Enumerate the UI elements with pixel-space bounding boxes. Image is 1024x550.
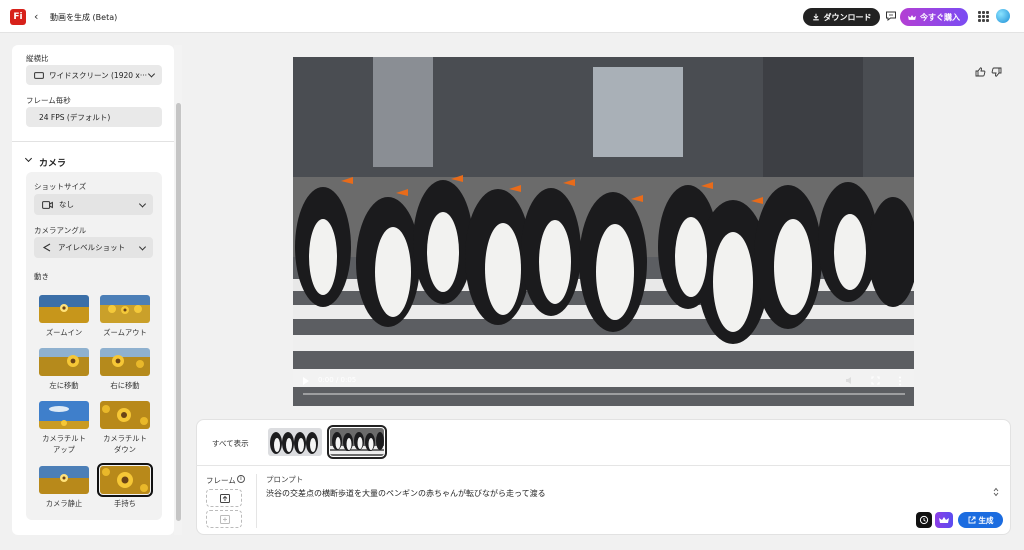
user-avatar[interactable] [996, 9, 1010, 23]
camera-angle-label: カメラアングル [34, 226, 87, 235]
panel-divider [12, 141, 174, 142]
motion-handheld-thumb[interactable] [97, 463, 153, 497]
volume-icon[interactable] [845, 376, 855, 385]
prompt-label: プロンプト [266, 475, 304, 484]
end-frame-upload[interactable] [206, 510, 242, 528]
generate-label: 生成 [978, 515, 994, 525]
more-options-icon[interactable] [898, 376, 902, 386]
buy-now-label: 今すぐ購入 [920, 12, 960, 22]
chevron-down-icon [138, 242, 147, 251]
generated-video[interactable] [293, 57, 914, 406]
start-frame-upload[interactable] [206, 489, 242, 507]
video-controls: 0:00 / 0:05 [293, 370, 914, 406]
motion-static-label: カメラ静止 [45, 499, 83, 508]
download-button[interactable]: ダウンロード [803, 8, 880, 26]
camera-angle-value: アイレベルショット [58, 243, 126, 252]
shot-size-label: ショットサイズ [34, 182, 87, 191]
thumbs-down-icon[interactable] [991, 67, 1002, 77]
fps-label: フレーム毎秒 [26, 96, 71, 105]
fps-value: 24 FPS (デフォルト) [39, 112, 111, 122]
back-arrow-icon[interactable]: ‹ [34, 10, 38, 23]
motion-pan-right-thumb[interactable] [100, 348, 150, 376]
download-label: ダウンロード [823, 12, 872, 22]
chevron-down-icon [138, 199, 147, 208]
frame-prompt-divider [256, 474, 257, 528]
firefly-logo[interactable]: Fi [10, 9, 26, 25]
thumbs-up-icon[interactable] [975, 67, 986, 77]
motion-zoom-in-label: ズームイン [45, 328, 83, 337]
motion-tilt-up-label: カメラチルト アップ [42, 434, 86, 454]
image-add-icon [220, 515, 230, 524]
camera-angle-select[interactable]: アイレベルショット [34, 237, 153, 258]
video-camera-icon [42, 200, 53, 209]
motion-pan-left-thumb[interactable] [39, 348, 89, 376]
chevron-down-icon [147, 70, 156, 78]
crown-icon [939, 517, 949, 523]
shot-size-value: なし [59, 200, 74, 209]
scroll-thumb[interactable] [176, 103, 181, 521]
motion-zoom-in-thumb[interactable] [39, 295, 89, 323]
aspect-ratio-value: ワイドスクリーン (1920 x··· [49, 70, 147, 80]
settings-scrollbar[interactable] [174, 45, 182, 535]
aspect-ratio-select[interactable]: ワイドスクリーン (1920 x··· [26, 65, 162, 85]
history-thumbnail[interactable] [268, 428, 322, 456]
motion-zoom-out-thumb[interactable] [100, 295, 150, 323]
apps-grid-icon[interactable] [978, 11, 989, 22]
premium-button[interactable] [935, 512, 953, 528]
info-icon[interactable]: i [237, 475, 245, 483]
generate-icon [968, 516, 975, 524]
widescreen-icon [34, 71, 44, 79]
motion-handheld-label: 手持ち [114, 499, 136, 508]
buy-now-button[interactable]: 今すぐ購入 [900, 8, 968, 26]
prompt-input[interactable]: 渋谷の交差点の横断歩道を大量のペンギンの赤ちゃんが転びながら走って渡る [266, 488, 546, 499]
eye-level-angle-icon [42, 243, 51, 252]
crown-icon [908, 14, 916, 20]
shot-size-select[interactable]: なし [34, 194, 153, 215]
history-thumbnail-selected[interactable] [327, 425, 387, 459]
motion-label: 動き [34, 272, 49, 281]
penguins-crossing-frame [293, 57, 914, 406]
video-time: 0:00 / 0:05 [318, 376, 357, 384]
panel-divider [196, 465, 1011, 466]
motion-pan-right-label: 右に移動 [110, 381, 140, 390]
video-progress-bar[interactable] [303, 393, 905, 395]
motion-pan-left-label: 左に移動 [49, 381, 79, 390]
motion-tilt-up-thumb[interactable] [39, 401, 89, 429]
generate-button[interactable]: 生成 [958, 512, 1003, 528]
aspect-ratio-label: 縦横比 [26, 54, 49, 63]
download-icon [812, 13, 819, 21]
expand-collapse-icon[interactable] [993, 487, 999, 497]
motion-tilt-down-label: カメラチルト ダウン [103, 434, 147, 454]
image-upload-icon [220, 494, 230, 503]
top-bar: Fi ‹ 動画を生成 (Beta) ダウンロード 今すぐ購入 [0, 0, 1024, 33]
fps-field[interactable]: 24 FPS (デフォルト) [26, 107, 162, 127]
fullscreen-icon[interactable] [871, 376, 880, 385]
motion-tilt-down-thumb[interactable] [100, 401, 150, 429]
motion-zoom-out-label: ズームアウト [103, 328, 147, 337]
history-button[interactable] [916, 512, 932, 528]
motion-static-thumb[interactable] [39, 466, 89, 494]
frame-label: フレーム [206, 476, 236, 485]
camera-section-heading[interactable]: カメラ [39, 156, 66, 169]
play-icon[interactable] [303, 377, 309, 385]
show-all-link[interactable]: すべて表示 [212, 438, 249, 449]
feedback-icon[interactable] [885, 10, 897, 22]
history-icon [919, 515, 929, 525]
page-title: 動画を生成 (Beta) [50, 13, 118, 22]
